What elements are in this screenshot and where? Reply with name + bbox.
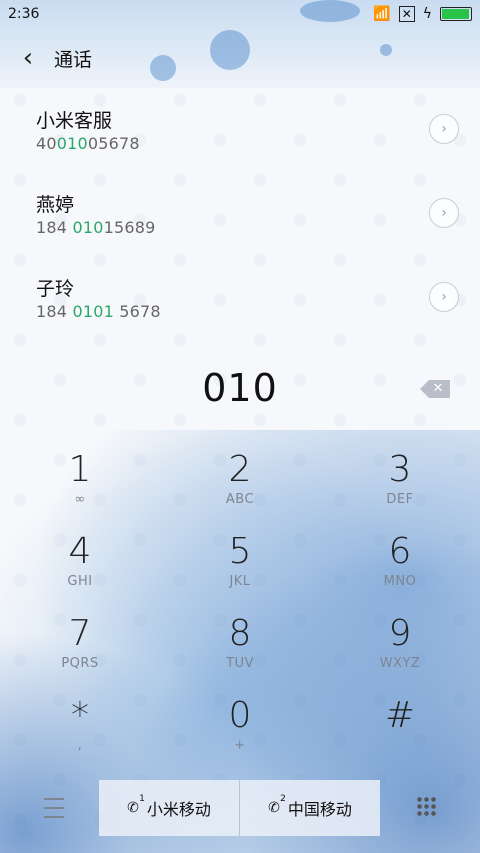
- key-digit: 8: [228, 613, 252, 654]
- contact-item[interactable]: 小米客服 4001005678 ›: [0, 88, 480, 172]
- wifi-icon: 📶: [373, 6, 391, 22]
- number-match-highlight: 010: [56, 134, 88, 153]
- key-digit: *: [71, 695, 89, 736]
- number-prefix: 184: [36, 302, 73, 321]
- chevron-right-icon[interactable]: ›: [429, 114, 459, 144]
- key-letters: +: [234, 738, 246, 753]
- key-4[interactable]: 4 GHI: [20, 531, 140, 590]
- contact-number: 4001005678: [36, 134, 140, 153]
- key-letters: PQRS: [61, 656, 99, 671]
- number-match-highlight: 0101: [72, 302, 114, 321]
- number-suffix: 05678: [87, 134, 140, 153]
- key-8[interactable]: 8 TUV: [180, 613, 300, 672]
- key-digit: #: [384, 695, 416, 736]
- key-digit: 5: [228, 531, 252, 572]
- battery-icon: [440, 7, 472, 21]
- key-digit: 9: [388, 613, 412, 654]
- key-hash[interactable]: #: [340, 696, 460, 738]
- voicemail-icon: ∞: [74, 492, 86, 507]
- key-letters: GHI: [67, 574, 93, 589]
- dialed-number-display: 010: [202, 366, 278, 410]
- key-3[interactable]: 3 DEF: [340, 449, 460, 508]
- status-time: 2:36: [8, 6, 40, 22]
- contact-name: 燕婷: [36, 194, 75, 216]
- page-title: 通话: [54, 48, 93, 71]
- number-match-highlight: 010: [72, 218, 104, 237]
- key-6[interactable]: 6 MNO: [340, 531, 460, 590]
- key-letters: WXYZ: [379, 656, 421, 671]
- key-letters: DEF: [386, 492, 414, 507]
- sim-off-icon: ✕: [398, 6, 415, 22]
- key-digit: 4: [68, 531, 92, 572]
- key-star[interactable]: * ,: [20, 695, 140, 754]
- key-5[interactable]: 5 JKL: [180, 531, 300, 590]
- key-9[interactable]: 9 WXYZ: [340, 613, 460, 672]
- call-sim1-button[interactable]: ✆ 1 小米移动: [99, 780, 239, 836]
- status-icons: 📶 ✕ ϟ: [373, 6, 472, 22]
- key-digit: 1: [68, 449, 92, 490]
- keypad-toggle-icon[interactable]: [416, 796, 438, 818]
- back-arrow-icon[interactable]: ‹: [18, 43, 38, 73]
- key-1[interactable]: 1 ∞: [20, 449, 140, 508]
- number-suffix: 15689: [103, 218, 156, 237]
- contact-name: 子玲: [36, 278, 75, 300]
- key-0[interactable]: 0 +: [180, 695, 300, 754]
- phone-sim1-icon: ✆ 1: [127, 794, 145, 816]
- key-letters: JKL: [229, 574, 251, 589]
- contact-suggestion-list: 小米客服 4001005678 › 燕婷 184 01015689 › 子玲 1…: [0, 88, 480, 340]
- header: ‹ 通话: [0, 38, 480, 78]
- key-letters: TUV: [226, 656, 254, 671]
- key-digit: 0: [228, 695, 252, 736]
- key-2[interactable]: 2 ABC: [180, 449, 300, 508]
- key-digit: 3: [388, 449, 412, 490]
- number-suffix: 5678: [113, 302, 161, 321]
- number-prefix: 184: [36, 218, 73, 237]
- key-digit: 6: [388, 531, 412, 572]
- phone-sim2-icon: ✆ 2: [268, 794, 286, 816]
- key-7[interactable]: 7 PQRS: [20, 613, 140, 672]
- key-digit: 2: [228, 449, 252, 490]
- call-sim2-button[interactable]: ✆ 2 中国移动: [240, 780, 380, 836]
- bottom-action-bar: ✆ 1 小米移动 ✆ 2 中国移动: [0, 778, 480, 838]
- contact-item[interactable]: 子玲 184 0101 5678 ›: [0, 256, 480, 340]
- status-bar: 2:36 📶 ✕ ϟ: [0, 0, 480, 28]
- charging-icon: ϟ: [422, 6, 432, 22]
- key-digit: 7: [68, 613, 92, 654]
- key-letters: ,: [77, 738, 83, 753]
- menu-icon[interactable]: [44, 798, 64, 818]
- contact-number: 184 01015689: [36, 218, 155, 237]
- sim2-label: 中国移动: [287, 800, 352, 819]
- contact-item[interactable]: 燕婷 184 01015689 ›: [0, 172, 480, 256]
- chevron-right-icon[interactable]: ›: [429, 198, 459, 228]
- key-letters: MNO: [383, 574, 417, 589]
- number-prefix: 40: [36, 134, 57, 153]
- chevron-right-icon[interactable]: ›: [429, 282, 459, 312]
- sim1-label: 小米移动: [146, 800, 211, 819]
- contact-name: 小米客服: [36, 110, 113, 132]
- contact-number: 184 0101 5678: [36, 302, 161, 321]
- key-letters: ABC: [225, 492, 255, 507]
